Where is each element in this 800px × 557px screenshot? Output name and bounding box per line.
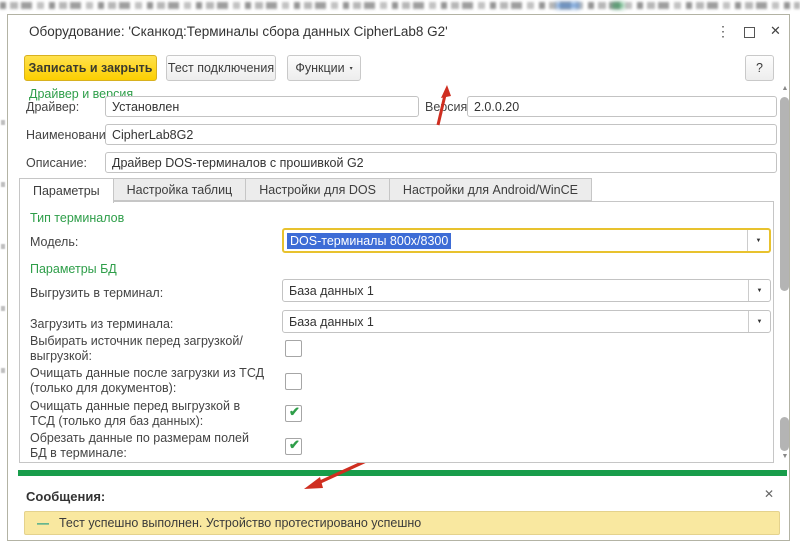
messages-header: Сообщения: [26, 489, 105, 504]
form-scrollbar[interactable]: ▲ ▼ [778, 85, 792, 461]
settings-tabs: Параметры Настройка таблиц Настройки для… [19, 178, 592, 203]
functions-menu-button[interactable]: Функции ▾ [287, 55, 361, 81]
background-blur-strip [0, 2, 800, 9]
trim-data-checkbox[interactable]: ✔ [285, 438, 302, 455]
tab-table-setup[interactable]: Настройка таблиц [113, 178, 247, 201]
name-field[interactable] [105, 124, 777, 145]
message-text: Тест успешно выполнен. Устройство протес… [59, 516, 421, 530]
functions-label: Функции [295, 61, 344, 75]
model-dropdown-button[interactable]: ▼ [747, 230, 769, 251]
background-blur-accent [612, 2, 624, 9]
scrollbar-thumb[interactable] [780, 97, 789, 291]
help-button[interactable]: ? [745, 55, 774, 81]
background-blur-accent [556, 2, 580, 9]
version-label: Версия: [425, 100, 471, 114]
download-selected-value: База данных 1 [283, 315, 374, 329]
window-title: Оборудование: 'Сканкод:Терминалы сбора д… [29, 24, 448, 39]
chevron-down-icon: ▼ [757, 288, 763, 294]
download-from-terminal-label: Загрузить из терминала: [30, 317, 173, 331]
chevron-down-icon: ▼ [756, 238, 762, 244]
checkmark-icon: ✔ [289, 438, 300, 451]
scrollbar-thumb[interactable] [780, 417, 789, 451]
upload-selected-value: База данных 1 [283, 284, 374, 298]
upload-to-terminal-label: Выгрузить в терминал: [30, 286, 163, 300]
driver-field[interactable] [105, 96, 419, 117]
message-dash-icon: — [37, 516, 49, 530]
tab-android-wince-settings[interactable]: Настройки для Android/WinCE [389, 178, 592, 201]
equipment-dialog: Оборудование: 'Сканкод:Терминалы сбора д… [7, 14, 790, 541]
download-dropdown-button[interactable]: ▼ [748, 311, 770, 332]
scroll-down-icon[interactable]: ▼ [778, 453, 792, 461]
checkmark-icon: ✔ [289, 405, 300, 418]
messages-close-icon[interactable]: ✕ [764, 487, 774, 501]
model-label: Модель: [30, 235, 78, 249]
scroll-up-icon[interactable]: ▲ [778, 85, 792, 93]
description-field[interactable] [105, 152, 777, 173]
description-label: Описание: [26, 156, 87, 170]
upload-to-terminal-combobox[interactable]: База данных 1 ▼ [282, 279, 771, 302]
background-edge-marks [1, 120, 5, 390]
terminal-type-header: Тип терминалов [30, 211, 124, 225]
driver-label: Драйвер: [26, 100, 79, 114]
clear-after-load-checkbox[interactable]: ✔ [285, 373, 302, 390]
test-connection-button[interactable]: Тест подключения [166, 55, 276, 81]
name-label: Наименование: [26, 128, 116, 142]
download-from-terminal-combobox[interactable]: База данных 1 ▼ [282, 310, 771, 333]
db-parameters-header: Параметры БД [30, 262, 117, 276]
chevron-down-icon: ▼ [757, 319, 763, 325]
parameters-tab-panel: Тип терминалов Модель: DOS-терминалы 800… [19, 201, 774, 463]
choose-source-label: Выбирать источник перед загрузкой/выгруз… [30, 334, 268, 364]
chevron-down-icon: ▾ [350, 65, 353, 72]
clear-before-upload-label: Очищать данные перед выгрузкой в ТСД (то… [30, 399, 268, 429]
success-progress-bar [18, 470, 787, 476]
save-and-close-button[interactable]: Записать и закрыть [24, 55, 157, 81]
choose-source-checkbox[interactable]: ✔ [285, 340, 302, 357]
more-menu-icon[interactable]: ⋮ [716, 23, 730, 39]
message-list-item[interactable]: — Тест успешно выполнен. Устройство прот… [24, 511, 780, 535]
clear-before-upload-checkbox[interactable]: ✔ [285, 405, 302, 422]
version-field[interactable] [467, 96, 777, 117]
tab-dos-settings[interactable]: Настройки для DOS [245, 178, 390, 201]
clear-after-load-label: Очищать данные после загрузки из ТСД (то… [30, 366, 268, 396]
upload-dropdown-button[interactable]: ▼ [748, 280, 770, 301]
maximize-icon[interactable] [744, 27, 755, 38]
close-icon[interactable]: ✕ [770, 23, 781, 39]
model-combobox[interactable]: DOS-терминалы 800x/8300 ▼ [282, 228, 771, 253]
model-selected-value: DOS-терминалы 800x/8300 [287, 233, 451, 249]
trim-data-label: Обрезать данные по размерам полей БД в т… [30, 431, 268, 461]
tab-parameters[interactable]: Параметры [19, 178, 114, 203]
